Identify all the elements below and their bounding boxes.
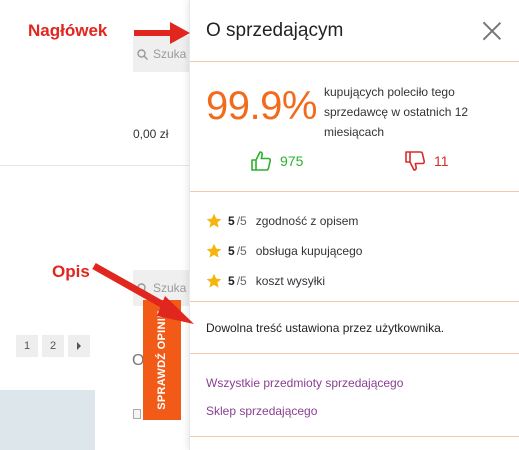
product-image (0, 390, 95, 450)
criteria-max: /5 (236, 274, 247, 288)
annotation-header-label: Nagłówek (28, 21, 108, 40)
price-text: 0,00 zł (133, 127, 169, 141)
star-icon (206, 213, 222, 228)
criteria-row: 5 /5 zgodność z opisem (206, 210, 519, 232)
star-icon (206, 273, 222, 288)
next-page-button[interactable] (68, 335, 90, 357)
seller-shop-link[interactable]: Sklep sprzedającego (206, 404, 519, 418)
search-icon (137, 48, 148, 60)
star-icon (206, 243, 222, 258)
seller-description: Dowolna treść ustawiona przez użytkownik… (190, 302, 519, 354)
negative-count: 11 (434, 153, 449, 169)
criteria-row: 5 /5 koszt wysyłki (206, 270, 519, 292)
criteria-score: 5 (228, 274, 235, 288)
arrow-icon (134, 22, 190, 44)
chevron-right-icon (77, 342, 81, 350)
positive-count: 975 (280, 153, 304, 169)
criteria-score: 5 (228, 244, 235, 258)
all-items-link[interactable]: Wszystkie przedmioty sprzedającego (206, 376, 519, 390)
arrow-icon (92, 262, 194, 324)
search-placeholder: Szuka (153, 47, 187, 61)
panel-header: O sprzedającym (190, 0, 519, 62)
criteria-max: /5 (236, 244, 247, 258)
criteria-score: 5 (228, 214, 235, 228)
annotation-description-label: Opis (52, 262, 90, 281)
panel-title: O sprzedającym (206, 19, 344, 41)
negative-reviews[interactable]: 11 (404, 150, 449, 172)
seller-links: Wszystkie przedmioty sprzedającego Sklep… (190, 354, 519, 418)
recommend-percent: 99.9% (206, 84, 317, 128)
recommend-text: kupujących poleciło tego sprzedawcę w os… (324, 85, 469, 139)
criteria-label: obsługa kupującego (255, 244, 363, 258)
close-icon[interactable] (481, 20, 503, 42)
criteria-label: koszt wysyłki (255, 274, 326, 288)
thumbs-down-icon (405, 151, 426, 171)
positive-reviews[interactable]: 975 (250, 150, 303, 172)
pagination: 1 2 (16, 335, 90, 357)
page-2-button[interactable]: 2 (42, 335, 64, 357)
criteria-list: 5 /5 zgodność z opisem 5 /5 obsługa kupu… (190, 192, 519, 302)
divider (0, 165, 200, 166)
criteria-max: /5 (236, 214, 247, 228)
rating-section: 99.9% kupujących poleciło tego sprzedawc… (190, 62, 519, 192)
page-1-button[interactable]: 1 (16, 335, 38, 357)
seller-panel: O sprzedającym 99.9% kupujących poleciło… (189, 0, 519, 450)
divider (190, 436, 519, 437)
criteria-label: zgodność z opisem (255, 214, 359, 228)
document-icon (133, 409, 141, 419)
thumbs-up-icon (251, 151, 272, 171)
criteria-row: 5 /5 obsługa kupującego (206, 240, 519, 262)
